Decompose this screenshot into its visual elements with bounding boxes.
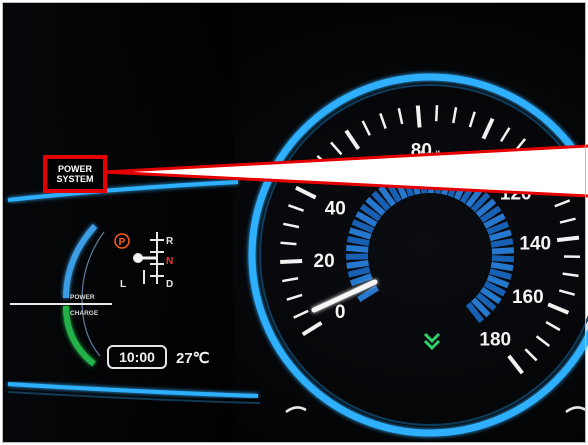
left-panel-shadow: [3, 3, 233, 442]
minor-tick: [434, 105, 439, 122]
blue-segment: [346, 260, 369, 269]
speed-tick-label: 160: [512, 287, 544, 308]
park-indicator: P: [119, 237, 126, 248]
callout-label-line2: SYSTEM: [56, 174, 93, 184]
blue-segment: [346, 244, 369, 253]
blue-segment: [491, 255, 515, 263]
blue-segment: [490, 238, 514, 248]
major-tick: [280, 258, 303, 264]
blue-segment: [345, 253, 369, 260]
minor-tick: [280, 241, 297, 246]
power-label: POWER: [70, 294, 95, 301]
gear-r: R: [166, 236, 174, 247]
gear-d: D: [166, 279, 173, 290]
gear-l: L: [120, 279, 126, 290]
speed-tick-label: 180: [479, 330, 511, 351]
blue-segment: [346, 236, 370, 247]
speed-tick-label: 20: [314, 251, 335, 272]
speed-tick-label: 140: [519, 234, 551, 255]
clock-time: 10:00: [119, 349, 155, 365]
speed-tick-label: 40: [325, 198, 346, 219]
speed-tick-label: 0: [335, 302, 346, 323]
blue-segment: [490, 261, 514, 272]
callout-label-line1: POWER: [58, 164, 93, 174]
blue-segment: [491, 247, 515, 255]
charge-label: CHARGE: [70, 310, 99, 317]
temperature-readout: 27℃: [176, 350, 210, 367]
instrument-cluster-photo: POWER CHARGE P R N D L 10:00 27℃ 0204060…: [3, 3, 588, 442]
gear-n: N: [166, 256, 173, 267]
major-tick: [556, 235, 580, 243]
major-tick: [415, 105, 422, 128]
